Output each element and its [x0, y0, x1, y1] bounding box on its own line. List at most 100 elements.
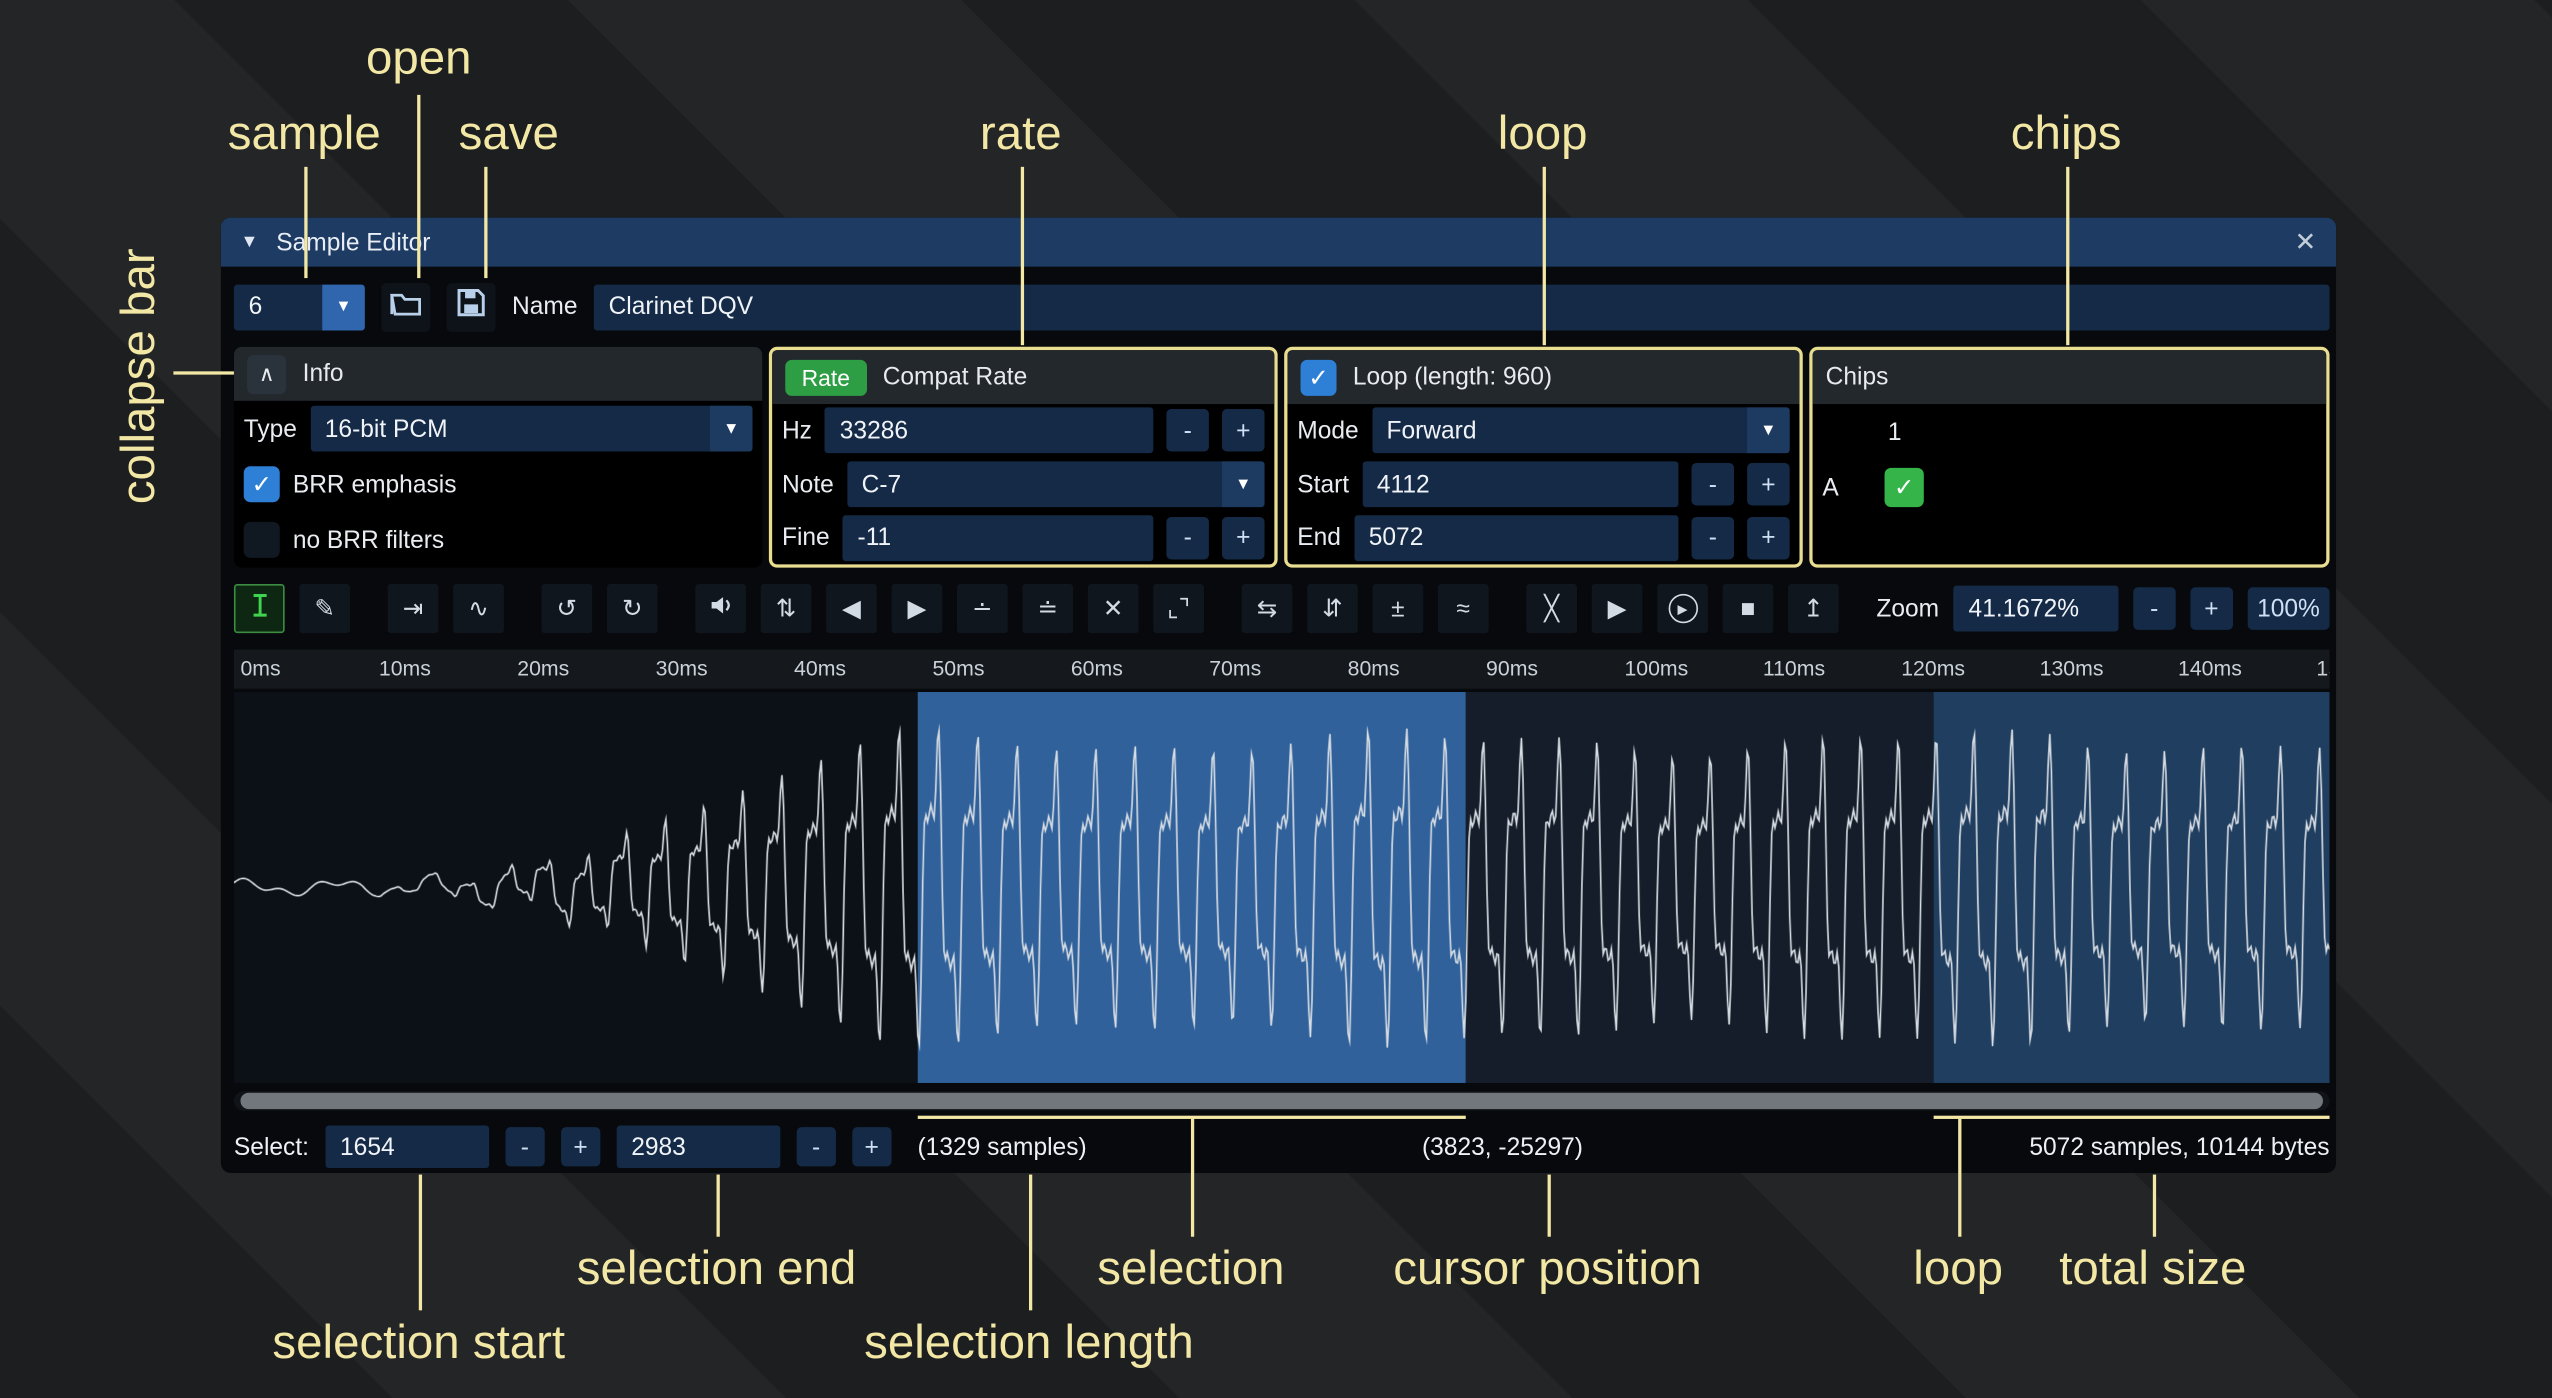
fade-in-button[interactable]: ◀: [826, 584, 877, 633]
selection-start-value: 1654: [340, 1133, 395, 1161]
edit-mode-button[interactable]: [234, 584, 285, 633]
sample-editor-window: ▼ Sample Editor ✕ 6 ▼ Name Clarinet DQV: [221, 218, 2336, 1173]
check-icon: ✓: [1308, 362, 1329, 391]
save-sample-button[interactable]: [447, 282, 496, 331]
ruler-label: 50ms: [932, 656, 984, 681]
chip-number: 1: [1888, 418, 1902, 446]
chip-a-checkbox[interactable]: ✓: [1885, 468, 1924, 507]
selection-start-minus-button[interactable]: -: [505, 1127, 544, 1166]
ruler-label: 90ms: [1486, 656, 1538, 681]
fine-label: Fine: [782, 524, 830, 552]
loop-start-input[interactable]: 4112: [1362, 461, 1678, 507]
selection-start-input[interactable]: 1654: [325, 1125, 489, 1168]
invert-icon: ⇵: [1322, 594, 1343, 623]
hz-minus-button[interactable]: -: [1166, 410, 1209, 453]
stop-button[interactable]: ■: [1723, 584, 1774, 633]
annotation-line: [2153, 1175, 2156, 1237]
selection-end-plus-button[interactable]: +: [852, 1127, 891, 1166]
undo-button[interactable]: ↺: [541, 584, 592, 633]
amplify-button[interactable]: [695, 584, 746, 633]
loop-mode-select[interactable]: Forward ▼: [1372, 408, 1790, 454]
selection-end-value: 2983: [631, 1133, 686, 1161]
ruler-label: 150ms: [2316, 656, 2329, 681]
zoom-out-button[interactable]: -: [2133, 587, 2176, 630]
chips-panel-header: Chips: [1813, 350, 2327, 404]
open-sample-button[interactable]: [381, 282, 430, 331]
selection-end-input[interactable]: 2983: [617, 1125, 781, 1168]
hz-plus-button[interactable]: +: [1222, 410, 1265, 453]
hz-input[interactable]: 33286: [825, 408, 1153, 454]
invert-button[interactable]: ⇵: [1307, 584, 1358, 633]
sign-exchange-button[interactable]: ±: [1373, 584, 1424, 633]
annotation-sample: sample: [173, 108, 435, 162]
loop-bracket-line: [1933, 1116, 2330, 1119]
rate-mode-button[interactable]: Rate: [785, 359, 866, 395]
crossfade-loop-button[interactable]: ╳: [1526, 584, 1577, 633]
annotation-line: [304, 167, 307, 278]
fade-out-button[interactable]: ▶: [892, 584, 943, 633]
sample-number-select[interactable]: 6 ▼: [234, 284, 365, 330]
annotation-cursor-position: cursor position: [1368, 1243, 1728, 1297]
select-label: Select:: [234, 1133, 309, 1161]
type-label: Type: [244, 415, 297, 443]
zoom-input[interactable]: 41.1672%: [1954, 586, 2118, 632]
loop-end-minus-button[interactable]: -: [1692, 516, 1735, 559]
hz-label: Hz: [782, 417, 812, 445]
create-instrument-button[interactable]: ↥: [1788, 584, 1839, 633]
ruler-label: 60ms: [1071, 656, 1123, 681]
draw-mode-button[interactable]: ✎: [299, 584, 350, 633]
close-icon[interactable]: ✕: [2294, 226, 2316, 259]
ruler-label: 30ms: [656, 656, 708, 681]
redo-button[interactable]: ↻: [607, 584, 658, 633]
info-panel-title: Info: [303, 360, 344, 388]
resample-button[interactable]: ∿: [453, 584, 504, 633]
hz-value: 33286: [840, 417, 908, 445]
preview-button[interactable]: ▶: [1592, 584, 1643, 633]
scrollbar-thumb[interactable]: [240, 1093, 2322, 1109]
total-size-text: 5072 samples, 10144 bytes: [2029, 1133, 2329, 1161]
annotation-loop-bottom: loop: [1876, 1243, 2040, 1297]
window-collapse-icon[interactable]: ▼: [240, 232, 258, 252]
loop-end-plus-button[interactable]: +: [1747, 516, 1790, 559]
trim-button[interactable]: ⌞⌝: [1153, 584, 1204, 633]
chips-panel: Chips 1 A ✓: [1809, 347, 2329, 568]
filter-icon: ≈: [1457, 595, 1470, 623]
loop-end-input[interactable]: 5072: [1354, 515, 1678, 561]
brr-emphasis-checkbox[interactable]: ✓: [244, 466, 280, 502]
ruler-label: 10ms: [379, 656, 431, 681]
resize-button[interactable]: ⇥: [388, 584, 439, 633]
selection-start-plus-button[interactable]: +: [561, 1127, 600, 1166]
apply-silence-button[interactable]: ≐: [1022, 584, 1073, 633]
delete-button[interactable]: ✕: [1088, 584, 1139, 633]
annotation-loop-top: loop: [1444, 108, 1640, 162]
sample-type-select[interactable]: 16-bit PCM ▼: [310, 406, 752, 452]
loop-start-minus-button[interactable]: -: [1692, 463, 1735, 506]
note-select[interactable]: C-7 ▼: [847, 461, 1265, 507]
loop-enable-checkbox[interactable]: ✓: [1301, 359, 1337, 395]
preview-selection-button[interactable]: ▶: [1657, 584, 1708, 633]
ruler-label: 80ms: [1348, 656, 1400, 681]
fine-input[interactable]: -11: [843, 515, 1154, 561]
resample-icon: ∿: [468, 594, 489, 623]
zoom-in-button[interactable]: +: [2190, 587, 2233, 630]
dropdown-arrow-icon: ▼: [710, 406, 753, 452]
waveform-canvas[interactable]: [234, 692, 2330, 1083]
loop-start-plus-button[interactable]: +: [1747, 463, 1790, 506]
title-bar[interactable]: ▼ Sample Editor ✕: [221, 218, 2336, 267]
selection-end-minus-button[interactable]: -: [796, 1127, 835, 1166]
apply-filter-button[interactable]: ≈: [1438, 584, 1489, 633]
zoom-reset-button[interactable]: 100%: [2247, 587, 2329, 630]
play-icon: ▶: [1608, 594, 1627, 623]
no-brr-filters-checkbox[interactable]: ✓: [244, 522, 280, 558]
dropdown-arrow-icon: ▼: [1222, 461, 1265, 507]
collapse-bar-button[interactable]: ∧: [247, 354, 286, 393]
normalize-button[interactable]: ⇅: [761, 584, 812, 633]
fine-plus-button[interactable]: +: [1222, 516, 1265, 559]
annotation-line: [419, 1175, 422, 1311]
annotation-line: [1029, 1175, 1032, 1311]
waveform-scrollbar[interactable]: [234, 1091, 2330, 1111]
loop-panel-title: Loop (length: 960): [1353, 363, 1552, 391]
fine-minus-button[interactable]: -: [1166, 516, 1209, 559]
reverse-button[interactable]: ⇆: [1242, 584, 1293, 633]
insert-silence-button[interactable]: ∸: [957, 584, 1008, 633]
